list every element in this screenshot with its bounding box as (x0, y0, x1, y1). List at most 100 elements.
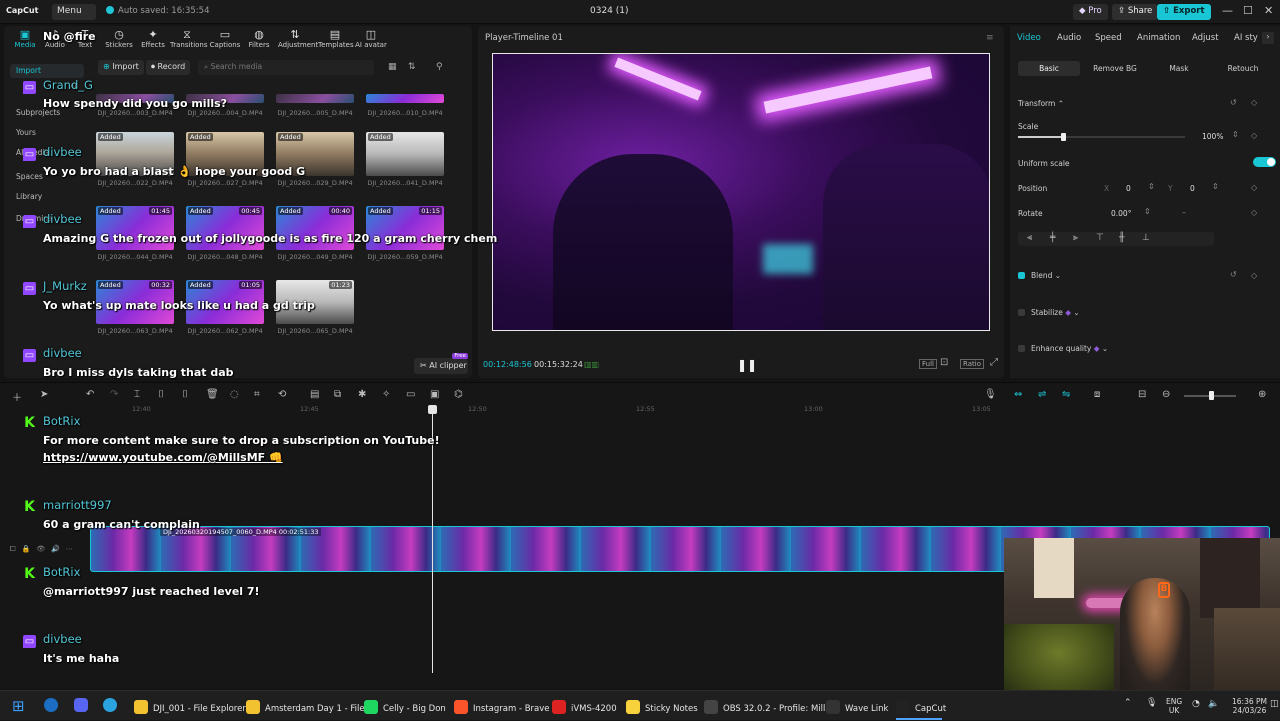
enhance-label[interactable]: Enhance quality ◆ ⌄ (1031, 344, 1108, 353)
stepper-icon[interactable]: ⇕ (1212, 182, 1219, 191)
link-icon[interactable]: ⇔ (1014, 389, 1022, 400)
auto-reframe-icon[interactable]: ⟲ (278, 389, 286, 400)
tool-media[interactable]: ▣ Media (8, 28, 42, 49)
ai-icon[interactable]: ✱ (358, 389, 366, 400)
uniform-scale-toggle[interactable] (1253, 157, 1276, 167)
reset-icon[interactable]: ↺ (1230, 98, 1237, 107)
position-y-value[interactable]: 0 (1190, 184, 1195, 193)
taskbar-app[interactable]: Instagram - Brave (454, 691, 550, 721)
preview-axis-icon[interactable]: ⇋ (1062, 389, 1070, 400)
tool-transitions[interactable]: ⧖ Transitions (170, 28, 208, 49)
taskbar-app[interactable]: Sticky Notes (626, 691, 698, 721)
search-input[interactable]: ⌕ Search media (198, 60, 374, 75)
media-thumbnail[interactable] (276, 94, 354, 103)
tab-adjust[interactable]: Adjust (1192, 33, 1219, 43)
transform-header[interactable]: Transform ⌃ (1018, 99, 1064, 108)
maximize-icon[interactable]: ☐ (1243, 4, 1253, 17)
fullscreen-icon[interactable]: ⤢ (990, 357, 998, 368)
scale-slider[interactable] (1018, 133, 1185, 141)
keyframe-icon[interactable]: ◇ (1251, 271, 1257, 280)
split-left-icon[interactable]: ⌷ (158, 389, 164, 400)
tray-mic-icon[interactable]: 🎙 (1146, 698, 1157, 708)
crop-icon[interactable]: ⌗ (254, 389, 260, 400)
tool-adjustment[interactable]: ⇅ Adjustment (278, 28, 318, 49)
enhance-checkbox[interactable] (1018, 345, 1025, 352)
tool-templates[interactable]: ▤ Templates (318, 28, 354, 49)
tool-ai-avatar[interactable]: ◫ AI avatar (354, 28, 388, 49)
grid-view-icon[interactable]: ▦ (388, 62, 397, 72)
chat-link[interactable]: https://www.youtube.com/@MillsMF 👊 (43, 451, 283, 464)
pause-icon[interactable]: ❚❚ (737, 358, 757, 372)
tool-effects[interactable]: ✦ Effects (136, 28, 170, 49)
tab-video[interactable]: Video (1017, 33, 1041, 43)
keyframe-tool-icon[interactable]: ▤ (310, 389, 319, 400)
rotate-flip-icon[interactable]: – (1182, 208, 1186, 217)
subtab-retouch[interactable]: Retouch (1212, 61, 1274, 76)
taskbar-app[interactable]: OBS 32.0.2 - Profile: Mill (704, 691, 825, 721)
taskbar-app[interactable]: Amsterdam Day 1 - File (246, 691, 365, 721)
taskbar-app[interactable]: iVMS-4200 (552, 691, 617, 721)
taskbar-app[interactable]: CapCut (896, 691, 946, 721)
add-icon[interactable]: ＋ (12, 389, 22, 404)
tab-speed[interactable]: Speed (1095, 33, 1122, 43)
reset-icon[interactable]: ↺ (1230, 270, 1237, 279)
split-right-icon[interactable]: ⌷ (182, 389, 188, 400)
close-icon[interactable]: ✕ (1264, 4, 1273, 17)
align-left-icon[interactable]: ⫷ (1027, 233, 1032, 243)
wifi-icon[interactable]: ◔ (1192, 699, 1200, 709)
nav-item-yours[interactable]: Yours (10, 126, 84, 140)
edge-icon[interactable] (44, 698, 58, 712)
ai-clipper-button[interactable]: ✂ AI clipper Free (414, 353, 468, 374)
stepper-icon[interactable]: ⇕ (1232, 130, 1239, 139)
keyframe-icon[interactable]: ◇ (1251, 183, 1257, 192)
stabilize-checkbox[interactable] (1018, 309, 1025, 316)
taskbar-app[interactable]: Celly - Big Don (364, 691, 446, 721)
chevron-right-icon[interactable]: › (1262, 32, 1274, 44)
caption-tool-icon[interactable]: ▭ (406, 389, 415, 400)
menu-button[interactable]: Menu (52, 4, 96, 20)
split-screen-icon[interactable]: ⧈ (1094, 389, 1100, 400)
blend-label[interactable]: Blend ⌄ (1031, 271, 1061, 280)
clock[interactable]: 16:36 PM 24/03/26 (1232, 697, 1267, 715)
keyframe-icon[interactable]: ◇ (1251, 98, 1257, 107)
tab-ai-style[interactable]: AI sty (1234, 33, 1258, 43)
align-right-icon[interactable]: ⫸ (1073, 233, 1078, 243)
player-menu-icon[interactable]: ≡ (986, 33, 994, 43)
timeline-ruler[interactable]: 12:40 12:45 12:50 12:55 13:00 13:05 (0, 405, 1280, 415)
zoom-slider[interactable] (1184, 391, 1236, 400)
align-top-icon[interactable]: ⊤ (1096, 233, 1104, 243)
windows-start-icon[interactable]: ⊞ (12, 697, 25, 715)
discord-icon[interactable] (74, 698, 88, 712)
share-button[interactable]: ⇪ Share (1112, 4, 1159, 20)
scale-slider-handle[interactable] (1061, 133, 1067, 141)
nav-item-library[interactable]: Library (10, 190, 84, 204)
snap-icon[interactable]: ⇌ (1038, 389, 1046, 400)
track-controls[interactable]: ⧠🔒👁🔊⋯ (10, 545, 79, 554)
video-preview[interactable] (492, 53, 990, 331)
telegram-icon[interactable] (103, 698, 117, 712)
undo-icon[interactable]: ↶ (86, 389, 94, 400)
mask-icon[interactable]: ◌ (230, 389, 239, 400)
stabilize-label[interactable]: Stabilize ◆ ⌄ (1031, 308, 1080, 317)
import-button[interactable]: ⊕ Import (98, 60, 144, 75)
keyframe-icon[interactable]: ◇ (1251, 131, 1257, 140)
nav-item-import[interactable]: Import (10, 64, 84, 78)
tab-audio[interactable]: Audio (1057, 33, 1081, 43)
stepper-icon[interactable]: ⇕ (1148, 182, 1155, 191)
subtab-mask[interactable]: Mask (1148, 61, 1210, 76)
scale-value[interactable]: 100% (1202, 132, 1223, 141)
tool-stickers[interactable]: ◷ Stickers (102, 28, 136, 49)
subtab-basic[interactable]: Basic (1018, 61, 1080, 76)
keyframe-icon[interactable]: ◇ (1251, 208, 1257, 217)
subtab-remove-bg[interactable]: Remove BG (1084, 61, 1146, 76)
more-tools-icon[interactable]: ⌬ (454, 389, 463, 400)
full-button[interactable]: Full (919, 359, 937, 369)
align-bottom-icon[interactable]: ⊥ (1142, 233, 1150, 243)
sort-icon[interactable]: ⇅ (408, 62, 416, 72)
blend-checkbox[interactable] (1018, 272, 1025, 279)
delete-icon[interactable]: 🗑 (206, 389, 219, 400)
media-thumbnail[interactable] (366, 94, 444, 103)
fit-icon[interactable]: ⊟ (1138, 389, 1146, 400)
zoom-slider-handle[interactable] (1209, 391, 1214, 400)
taskbar-app[interactable]: DJI_001 - File Explorer (134, 691, 246, 721)
